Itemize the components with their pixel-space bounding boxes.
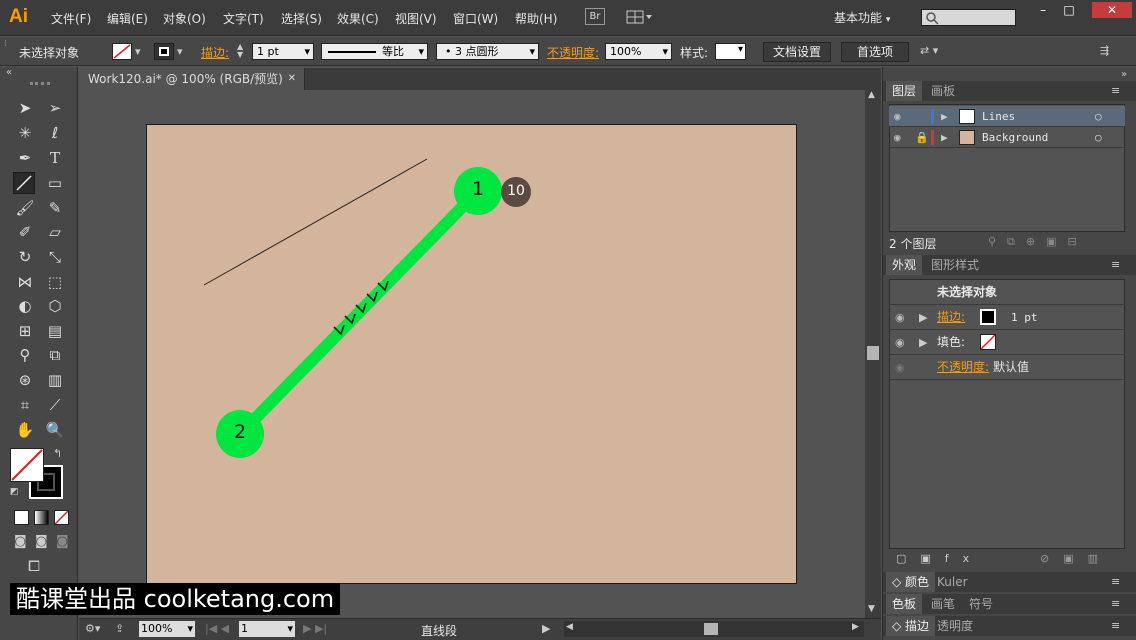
scroll-up-icon[interactable]: ▲: [868, 90, 875, 100]
point-2-label: 2: [233, 421, 247, 443]
swatches-panel-tabs: 色板 画笔 符号 ≡: [883, 594, 1136, 614]
step-number: 10: [507, 183, 525, 199]
artwork-layer: [203, 158, 531, 458]
restore-button[interactable]: □: [1056, 2, 1082, 18]
scroll-right-icon[interactable]: ▶: [852, 622, 859, 632]
drag-path-highlight: [234, 185, 484, 440]
tab-artboards[interactable]: 画板: [925, 81, 961, 101]
swatches-panel-menu-icon[interactable]: ≡: [1111, 597, 1120, 610]
status-options-icon[interactable]: ⚙▾: [85, 622, 100, 635]
visibility-eye-icon[interactable]: ◉: [895, 330, 905, 355]
close-window-button[interactable]: ✕: [1092, 2, 1132, 18]
stroke-weight-value[interactable]: 1 pt: [1011, 305, 1038, 330]
layer-count: 2 个图层: [889, 237, 937, 251]
status-bar: ⚙▾ ⇪ 100% ▾ |◀ ◀ 1 ▾ ▶ ▶| 直线段 ▶ ◀ ▶: [79, 618, 881, 640]
drawn-line-segment: [203, 158, 428, 286]
target-circle-icon[interactable]: ○: [1095, 127, 1102, 148]
scroll-down-icon[interactable]: ▼: [868, 604, 875, 614]
visibility-eye-icon[interactable]: ◉: [895, 305, 905, 330]
scroll-left-icon[interactable]: ◀: [566, 622, 573, 632]
layers-panel-menu-icon[interactable]: ≡: [1111, 84, 1120, 97]
stroke-color-swatch[interactable]: [980, 309, 996, 325]
appearance-panel-tabs: 外观 图形样式 ≡: [883, 255, 1136, 275]
color-panel-tabs: ◇ 颜色 Kuler ≡: [883, 572, 1136, 592]
layer-color-chip: [931, 109, 934, 124]
layer-thumbnail: [959, 130, 975, 145]
expand-fill-icon[interactable]: ▶: [919, 330, 927, 355]
tab-layers[interactable]: 图层: [886, 81, 923, 101]
arrange-icon[interactable]: ⇄ ▾: [920, 44, 938, 57]
layer-thumbnail: [959, 109, 975, 124]
layer-name[interactable]: Background: [982, 127, 1048, 148]
artboard-number-field[interactable]: 1 ▾: [239, 621, 295, 637]
control-bar-menu-icon[interactable]: ⇶: [1100, 44, 1109, 57]
help-search-input[interactable]: [921, 9, 1016, 26]
share-icon[interactable]: ⇪: [115, 622, 124, 635]
appearance-title: 未选择对象: [889, 280, 1125, 305]
vertical-scrollbar[interactable]: ▲ ▼: [865, 90, 881, 618]
appearance-footer-icons[interactable]: ▢▣fx: [896, 552, 983, 565]
first-artboard-icon[interactable]: |◀ ◀: [205, 622, 229, 635]
target-circle-icon[interactable]: ○: [1095, 106, 1102, 127]
horizontal-scrollbar[interactable]: ◀ ▶: [564, 621, 864, 637]
appearance-stroke-row[interactable]: ◉ ▶ 描边: 1 pt: [889, 305, 1125, 330]
search-icon: [926, 12, 939, 25]
fill-label: 填色:: [937, 335, 966, 349]
visibility-eye-icon[interactable]: ◉: [895, 355, 905, 380]
expand-stroke-icon[interactable]: ▶: [919, 305, 927, 330]
tab-symbols[interactable]: 符号: [963, 594, 999, 614]
layer-color-chip: [931, 130, 934, 145]
layer-name[interactable]: Lines: [982, 106, 1015, 127]
visibility-eye-icon[interactable]: ◉: [894, 106, 901, 127]
fill-color-swatch[interactable]: [980, 334, 996, 350]
tab-brushes[interactable]: 画笔: [925, 594, 961, 614]
tab-color[interactable]: ◇ 颜色: [886, 572, 936, 592]
appearance-footer-right-icons[interactable]: ⊘▣▥: [1040, 552, 1112, 565]
tab-swatches[interactable]: 色板: [886, 594, 923, 614]
tab-appearance[interactable]: 外观: [886, 255, 923, 275]
scroll-thumb[interactable]: [867, 346, 879, 360]
stroke-panel-menu-icon[interactable]: ≡: [1111, 619, 1120, 632]
appearance-fill-row[interactable]: ◉ ▶ 填色:: [889, 330, 1125, 355]
point-1-label: 1: [471, 178, 485, 200]
visibility-eye-icon[interactable]: ◉: [894, 127, 901, 148]
last-artboard-icon[interactable]: ▶ ▶|: [303, 622, 327, 635]
appearance-panel-menu-icon[interactable]: ≡: [1111, 258, 1120, 271]
expand-layer-icon[interactable]: ▶: [941, 106, 948, 127]
opacity-value: 默认值: [993, 360, 1030, 374]
tab-graphic-styles[interactable]: 图形样式: [925, 255, 985, 275]
stroke-link[interactable]: 描边:: [937, 305, 965, 330]
appearance-opacity-row[interactable]: ◉ 不透明度: 默认值: [889, 355, 1125, 380]
stroke-panel-tabs: ◇ 描边 透明度 ≡: [883, 616, 1136, 636]
tab-transparency[interactable]: 透明度: [931, 616, 979, 636]
color-panel-menu-icon[interactable]: ≡: [1111, 575, 1120, 588]
layer-row-background[interactable]: ◉ 🔒 ▶ Background ○: [889, 127, 1125, 148]
tab-kuler[interactable]: Kuler: [931, 572, 974, 592]
collapse-panels-icon[interactable]: »: [1121, 69, 1127, 80]
layers-panel-tabs: 图层 画板 ≡: [883, 81, 1136, 101]
layers-footer-icons[interactable]: ⚲⧉⊕▣⊟: [988, 235, 1088, 249]
status-menu-icon[interactable]: ▶: [542, 622, 550, 635]
watermark: 酷课堂出品 coolketang.com: [10, 583, 341, 615]
lock-icon[interactable]: 🔒: [915, 127, 929, 148]
minimize-button[interactable]: –: [1030, 2, 1056, 18]
layer-row-lines[interactable]: ◉ ▶ Lines ○: [889, 106, 1125, 127]
zoom-field[interactable]: 100% ▾: [139, 621, 195, 637]
current-tool-name: 直线段: [421, 624, 458, 638]
opacity-link[interactable]: 不透明度:: [937, 355, 989, 380]
tab-stroke[interactable]: ◇ 描边: [886, 616, 936, 636]
hscroll-thumb[interactable]: [704, 623, 718, 635]
expand-layer-icon[interactable]: ▶: [941, 127, 948, 148]
